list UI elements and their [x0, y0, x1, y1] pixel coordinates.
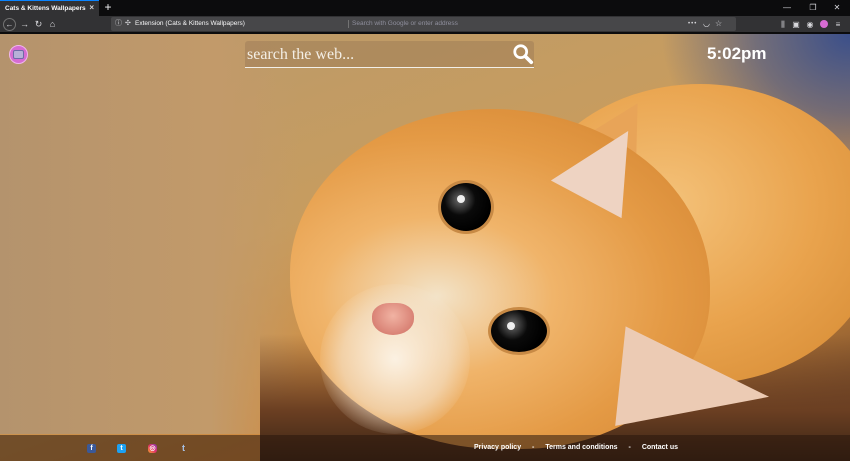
home-button[interactable]: ⌂ [46, 18, 59, 31]
maximize-button[interactable]: ❐ [800, 0, 826, 16]
bookmark-star-icon[interactable]: ☆ [715, 17, 722, 31]
close-window-button[interactable]: ✕ [824, 0, 850, 16]
logo-icon [13, 50, 24, 59]
tab-title: Cats & Kittens Wallpapers [5, 5, 86, 12]
page-actions-icon[interactable]: ••• [688, 17, 697, 31]
url-input[interactable] [352, 17, 652, 31]
account-icon[interactable]: ◉ [804, 18, 816, 31]
minimize-button[interactable]: — [774, 0, 800, 16]
tumblr-icon[interactable]: t [179, 444, 188, 453]
info-icon[interactable]: ⓘ [115, 17, 122, 31]
footer-bar: f t ◎ t Privacy policy - Terms and condi… [0, 435, 850, 461]
terms-link[interactable]: Terms and conditions [545, 444, 617, 451]
cat-eye-image [488, 307, 550, 355]
new-tab-page [0, 34, 850, 461]
background-wall [0, 34, 300, 434]
search-input[interactable] [247, 44, 497, 66]
extension-icon[interactable] [818, 18, 830, 31]
forward-button[interactable]: → [18, 18, 31, 31]
tab-active[interactable]: Cats & Kittens Wallpapers × [0, 0, 99, 16]
cat-nose-image [372, 303, 414, 335]
clock-time: 5:02pm [707, 44, 767, 63]
puzzle-icon: ✣ [125, 20, 131, 27]
library-icon[interactable]: ⫼ [777, 18, 789, 31]
link-separator: - [532, 444, 535, 451]
sidebar-icon[interactable]: ▣ [790, 18, 802, 31]
privacy-policy-link[interactable]: Privacy policy [474, 444, 521, 451]
search-icon[interactable] [512, 43, 534, 65]
divider [348, 20, 349, 28]
instagram-icon[interactable]: ◎ [148, 444, 157, 453]
contact-us-link[interactable]: Contact us [642, 444, 678, 451]
navigation-toolbar: ← → ↻ ⌂ ⓘ ✣ Extension (Cats & Kittens Wa… [0, 16, 850, 33]
cat-eye-image [438, 180, 494, 234]
new-tab-button[interactable]: + [101, 1, 115, 15]
pocket-icon[interactable]: ◡ [703, 17, 710, 31]
cat-ear-lower-image [615, 326, 775, 442]
twitter-icon[interactable]: t [117, 444, 126, 453]
reload-button[interactable]: ↻ [32, 18, 45, 31]
footer-links: Privacy policy - Terms and conditions - … [474, 444, 678, 451]
facebook-icon[interactable]: f [87, 444, 96, 453]
tab-strip: Cats & Kittens Wallpapers × + — ❐ ✕ [0, 0, 850, 16]
menu-icon[interactable]: ≡ [832, 18, 844, 31]
identity-label: Extension (Cats & Kittens Wallpapers) [135, 20, 245, 27]
extension-logo[interactable] [9, 45, 28, 64]
link-separator: - [628, 444, 631, 451]
tab-close-icon[interactable]: × [89, 4, 94, 12]
back-button[interactable]: ← [3, 18, 16, 31]
address-bar[interactable]: ⓘ ✣ Extension (Cats & Kittens Wallpapers… [111, 17, 736, 31]
web-search-box[interactable] [245, 41, 534, 68]
